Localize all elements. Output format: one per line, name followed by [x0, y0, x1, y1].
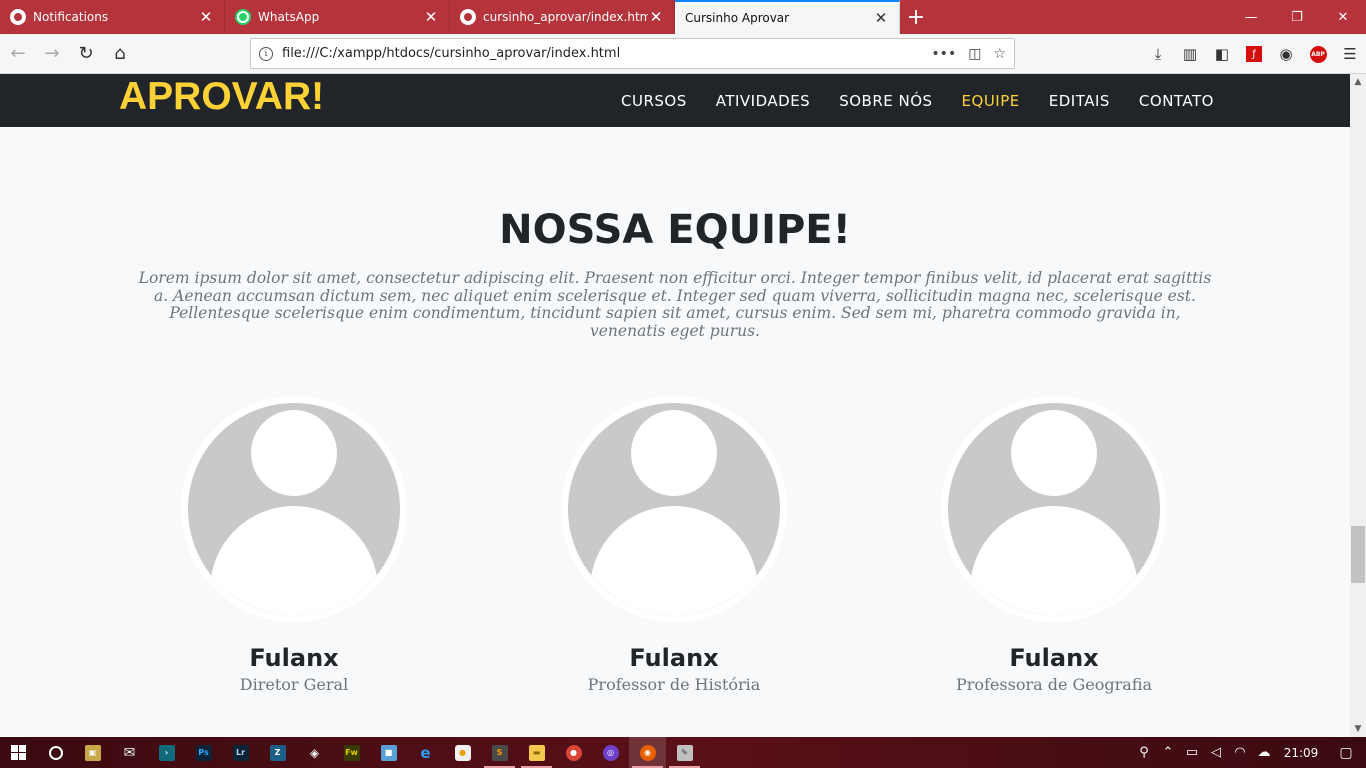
- info-icon[interactable]: i: [259, 46, 273, 61]
- menu-item-contato[interactable]: CONTATO: [1139, 92, 1214, 110]
- page-scrollbar[interactable]: ▲ ▼: [1350, 74, 1366, 737]
- firefox-icon[interactable]: ◉: [629, 737, 666, 768]
- member-role: Professor de História: [587, 675, 761, 694]
- tab-label: cursinho_aprovar/index.html at: [483, 10, 648, 24]
- tab-github-index[interactable]: cursinho_aprovar/index.html at ✕: [450, 0, 675, 34]
- battery-icon[interactable]: ▭: [1180, 745, 1204, 760]
- file-explorer-icon[interactable]: ▬: [518, 737, 555, 768]
- team-member-card: Fulanx Diretor Geral: [181, 396, 407, 694]
- chrome-canary-icon[interactable]: ●: [444, 737, 481, 768]
- onedrive-icon[interactable]: ☁: [1252, 745, 1276, 760]
- sublime-icon[interactable]: S: [481, 737, 518, 768]
- wifi-icon[interactable]: ◠: [1228, 745, 1252, 760]
- pocket-icon[interactable]: ◫: [968, 46, 981, 62]
- back-button[interactable]: ←: [2, 38, 34, 70]
- close-tab-icon[interactable]: ✕: [198, 8, 214, 26]
- home-button[interactable]: ⌂: [104, 38, 136, 70]
- windows-taskbar: ▣ ✉ › Ps Lr Z ◈ Fw ■ e ● S ▬ ● ◎ ◉ ✎ ⚲ ⌃…: [0, 737, 1366, 768]
- minimize-button[interactable]: —: [1228, 0, 1274, 34]
- browser-toolbar: ← → ↻ ⌂ i file:///C:/xampp/htdocs/cursin…: [0, 34, 1366, 74]
- windows-start-icon[interactable]: [0, 737, 37, 768]
- chrome-icon[interactable]: ●: [555, 737, 592, 768]
- github-desktop-icon[interactable]: ◎: [592, 737, 629, 768]
- fireworks-icon[interactable]: Fw: [333, 737, 370, 768]
- account-icon[interactable]: ◉: [1270, 38, 1302, 70]
- adblock-plus-icon[interactable]: ABP: [1302, 38, 1334, 70]
- edge-icon[interactable]: e: [407, 737, 444, 768]
- close-window-button[interactable]: ✕: [1320, 0, 1366, 34]
- reload-button[interactable]: ↻: [70, 38, 102, 70]
- tab-label: Cursinho Aprovar: [685, 11, 790, 25]
- system-tray: ⚲ ⌃ ▭ ◁ ◠ ☁ 21:09 ▢: [1132, 737, 1366, 768]
- clock[interactable]: 21:09: [1276, 746, 1326, 760]
- library-icon[interactable]: ▥: [1174, 38, 1206, 70]
- site-brand-logo[interactable]: APROVAR!: [119, 75, 324, 119]
- menu-item-sobre-nos[interactable]: SOBRE NÓS: [839, 92, 932, 110]
- flash-extension-icon[interactable]: ƒ: [1238, 38, 1270, 70]
- menu-item-cursos[interactable]: CURSOS: [621, 92, 687, 110]
- powershell-icon[interactable]: ›: [148, 737, 185, 768]
- new-tab-button[interactable]: +: [900, 0, 932, 34]
- avatar-placeholder-icon: [941, 396, 1167, 622]
- tab-notifications[interactable]: Notifications ✕: [0, 0, 225, 34]
- browser-tab-bar: Notifications ✕ WhatsApp ✕ cursinho_apro…: [0, 0, 1366, 34]
- scroll-down-icon[interactable]: ▼: [1350, 721, 1366, 737]
- volume-muted-icon[interactable]: ◁: [1204, 745, 1228, 760]
- member-name: Fulanx: [249, 644, 339, 672]
- avatar-placeholder-icon: [181, 396, 407, 622]
- download-icon[interactable]: ⤓: [1142, 38, 1174, 70]
- filezilla-icon[interactable]: Z: [259, 737, 296, 768]
- forward-button[interactable]: →: [36, 38, 68, 70]
- lightroom-icon[interactable]: Lr: [222, 737, 259, 768]
- avatar-placeholder-icon: [561, 396, 787, 622]
- close-tab-icon[interactable]: ✕: [873, 9, 889, 27]
- member-role: Professora de Geografia: [955, 675, 1153, 694]
- chevron-up-icon[interactable]: ⌃: [1156, 745, 1180, 760]
- scroll-up-icon[interactable]: ▲: [1350, 74, 1366, 90]
- page-actions-icon[interactable]: •••: [931, 46, 956, 62]
- member-role: Diretor Geral: [239, 675, 349, 694]
- team-member-card: Fulanx Professor de História: [561, 396, 787, 694]
- tab-label: WhatsApp: [258, 10, 320, 24]
- bookmark-star-icon[interactable]: ☆: [993, 46, 1006, 62]
- menu-item-editais[interactable]: EDITAIS: [1049, 92, 1110, 110]
- menu-icon[interactable]: ☰: [1334, 38, 1366, 70]
- menu-item-atividades[interactable]: ATIVIDADES: [716, 92, 810, 110]
- people-icon[interactable]: ⚲: [1132, 745, 1156, 760]
- tab-whatsapp[interactable]: WhatsApp ✕: [225, 0, 450, 34]
- cortana-icon[interactable]: [37, 737, 74, 768]
- close-tab-icon[interactable]: ✕: [423, 8, 439, 26]
- store-icon[interactable]: ▣: [74, 737, 111, 768]
- close-tab-icon[interactable]: ✕: [648, 8, 664, 26]
- page-viewport: APROVAR! CURSOS ATIVIDADES SOBRE NÓS EQU…: [0, 74, 1350, 737]
- menu-item-equipe[interactable]: EQUIPE: [962, 92, 1020, 110]
- member-name: Fulanx: [629, 644, 719, 672]
- site-menu: CURSOS ATIVIDADES SOBRE NÓS EQUIPE EDITA…: [592, 74, 1214, 127]
- paint-icon[interactable]: ✎: [666, 737, 703, 768]
- github-icon: [460, 9, 476, 25]
- action-center-icon[interactable]: ▢: [1326, 745, 1366, 761]
- whatsapp-icon: [235, 9, 251, 25]
- restore-button[interactable]: ❐: [1274, 0, 1320, 34]
- scrollbar-thumb[interactable]: [1351, 526, 1365, 583]
- team-member-card: Fulanx Professora de Geografia: [941, 396, 1167, 694]
- sidebar-icon[interactable]: ◧: [1206, 38, 1238, 70]
- section-heading: NOSSA EQUIPE!: [499, 207, 851, 253]
- github-icon: [10, 9, 26, 25]
- unity-icon[interactable]: ◈: [296, 737, 333, 768]
- section-subheading: Lorem ipsum dolor sit amet, consectetur …: [138, 269, 1212, 340]
- site-navbar: APROVAR! CURSOS ATIVIDADES SOBRE NÓS EQU…: [0, 74, 1350, 127]
- mail-icon[interactable]: ✉: [111, 737, 148, 768]
- tab-label: Notifications: [33, 10, 109, 24]
- address-bar[interactable]: i file:///C:/xampp/htdocs/cursinho_aprov…: [250, 38, 1015, 69]
- member-name: Fulanx: [1009, 644, 1099, 672]
- virtualbox-icon[interactable]: ■: [370, 737, 407, 768]
- url-text[interactable]: file:///C:/xampp/htdocs/cursinho_aprovar…: [282, 46, 931, 61]
- photoshop-icon[interactable]: Ps: [185, 737, 222, 768]
- tab-cursinho-aprovar[interactable]: Cursinho Aprovar ✕: [675, 0, 900, 34]
